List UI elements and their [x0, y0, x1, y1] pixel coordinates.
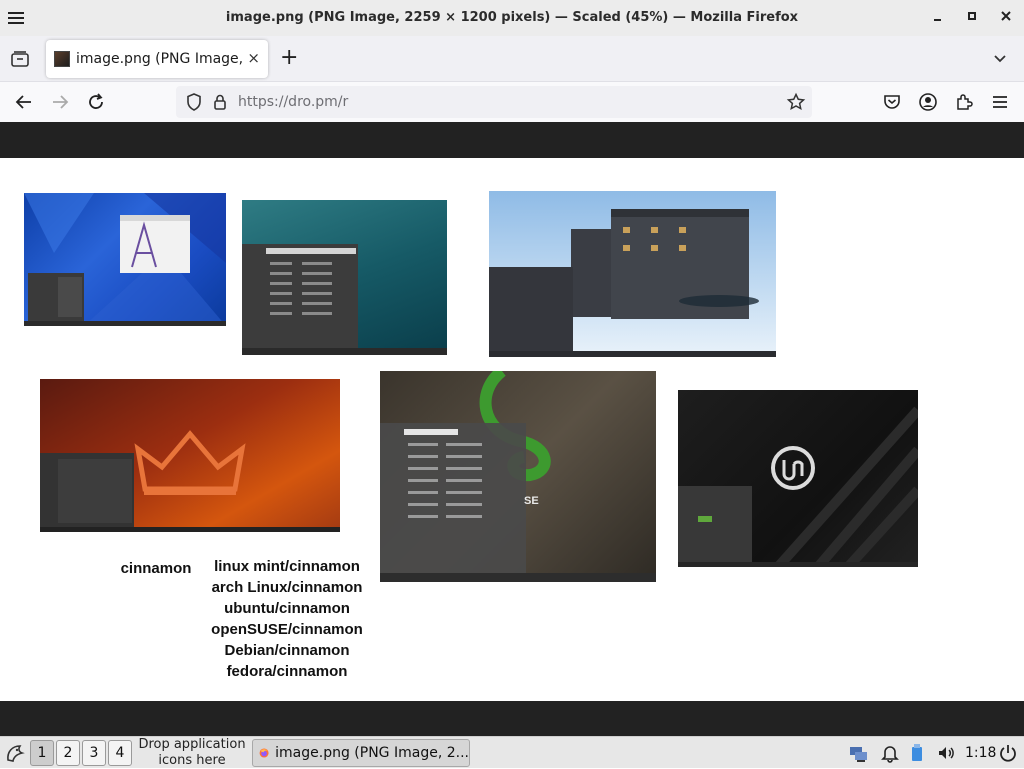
navigation-toolbar: https://dro.pm/r [0, 82, 1024, 122]
workspace-4-button[interactable]: 4 [108, 740, 132, 766]
minimize-icon[interactable] [928, 8, 948, 28]
caption-line: ubuntu/cinnamon [224, 600, 350, 617]
maximize-icon[interactable] [962, 8, 982, 28]
pocket-icon[interactable] [882, 92, 902, 112]
desktop-thumbnail-crown [40, 379, 340, 532]
clock[interactable]: 1:18 [965, 737, 996, 769]
desktop-thumbnail-blue [24, 193, 226, 326]
caption-distro-list: linux mint/cinnamon arch Linux/cinnamon … [196, 556, 378, 682]
reload-icon[interactable] [86, 92, 106, 112]
caption-line: arch Linux/cinnamon [211, 579, 363, 596]
desktop-thumbnail-opensuse: SE [380, 371, 656, 582]
start-menu-icon[interactable] [4, 742, 26, 764]
lock-icon[interactable] [210, 92, 230, 112]
workspace-2-button[interactable]: 2 [56, 740, 80, 766]
desktop-thumbnail-teal [242, 200, 447, 355]
tracking-protection-shield-icon[interactable] [184, 92, 204, 112]
extensions-puzzle-icon[interactable] [954, 92, 974, 112]
image-viewer: SE cinnamon linux mint/cinnamon arch Lin… [0, 122, 1024, 736]
taskbar: 1 2 3 4 Drop application icons here imag… [0, 736, 1024, 768]
account-icon[interactable] [918, 92, 938, 112]
list-all-tabs-icon[interactable] [10, 49, 30, 69]
workspace-3-button[interactable]: 3 [82, 740, 106, 766]
address-bar[interactable]: https://dro.pm/r [176, 86, 812, 118]
forward-arrow-icon[interactable] [50, 92, 70, 112]
firefox-task-button[interactable]: image.png (PNG Image, 2... [252, 739, 470, 767]
workspace-1-button[interactable]: 1 [30, 740, 54, 766]
displayed-image[interactable]: SE cinnamon linux mint/cinnamon arch Lin… [0, 158, 1024, 701]
opensuse-overlay-text: SE [524, 495, 539, 507]
tab-close-icon[interactable]: × [247, 50, 260, 66]
firefox-icon [259, 748, 269, 758]
caption-line: fedora/cinnamon [226, 663, 348, 680]
tab-image-png[interactable]: image.png (PNG Image, 2 × [46, 40, 268, 78]
back-arrow-icon[interactable] [14, 92, 34, 112]
power-icon[interactable] [998, 743, 1018, 763]
window-title: image.png (PNG Image, 2259 × 1200 pixels… [225, 10, 799, 25]
tab-label: image.png (PNG Image, 2 [76, 51, 244, 67]
caption-line: openSUSE/cinnamon [211, 621, 363, 638]
caption-cinnamon: cinnamon [120, 560, 192, 577]
desktop-thumbnail-mint [678, 390, 918, 567]
window-titlebar: image.png (PNG Image, 2259 × 1200 pixels… [0, 0, 1024, 36]
tab-bar: image.png (PNG Image, 2 × + [0, 36, 1024, 82]
desktop-thumbnail-sky [489, 191, 776, 357]
app-menu-hamburger-icon[interactable] [990, 92, 1010, 112]
volume-icon[interactable] [936, 743, 956, 763]
notification-bell-icon[interactable] [880, 743, 900, 763]
close-window-icon[interactable] [996, 8, 1016, 28]
caption-line: linux mint/cinnamon [214, 558, 360, 575]
bookmark-star-icon[interactable] [786, 92, 806, 112]
tab-favicon-icon [54, 51, 70, 67]
new-tab-button[interactable]: + [280, 47, 298, 69]
removable-drive-icon[interactable] [907, 743, 927, 763]
network-icon[interactable] [848, 743, 868, 763]
chevron-down-icon[interactable] [992, 50, 1008, 66]
launcher-drop-hint: Drop application icons here [138, 737, 246, 768]
caption-line: Debian/cinnamon [224, 642, 350, 659]
url-text: https://dro.pm/r [238, 94, 349, 110]
task-button-label: image.png (PNG Image, 2... [275, 745, 469, 761]
